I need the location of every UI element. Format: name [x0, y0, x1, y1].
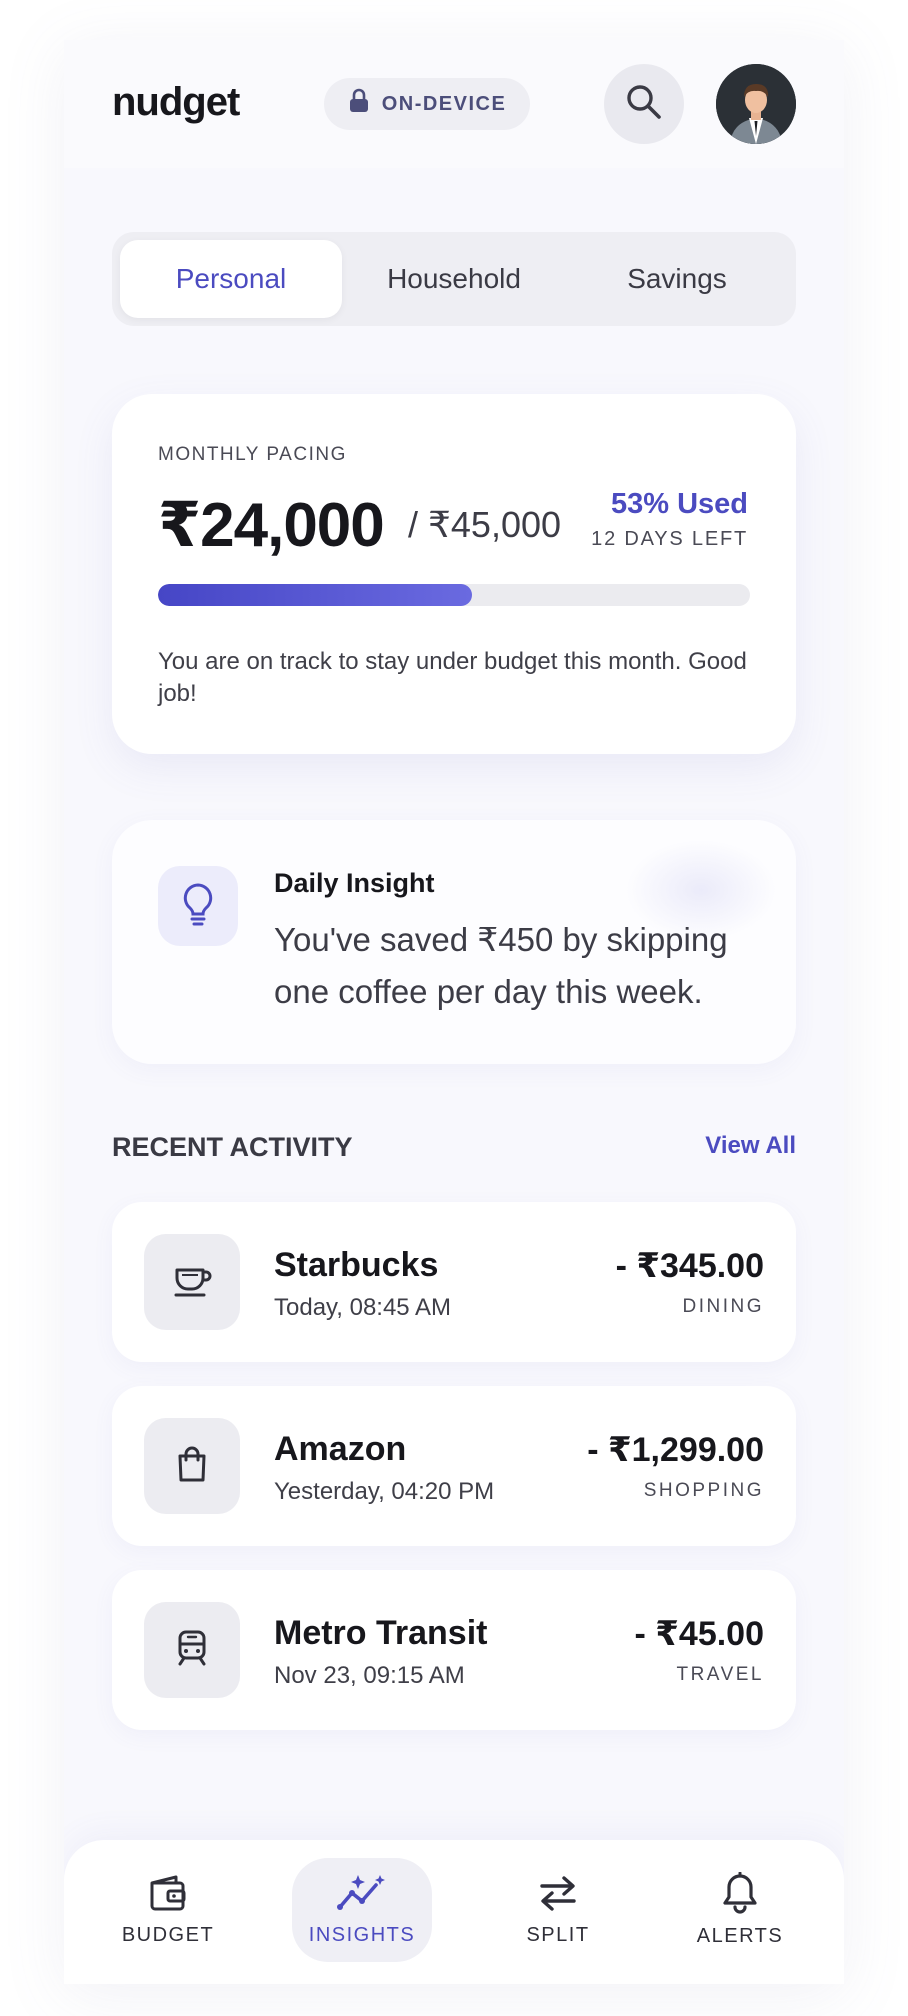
insight-title: Daily Insight [274, 868, 435, 898]
on-device-label: ON-DEVICE [381, 92, 507, 115]
tab-personal[interactable]: Personal [120, 240, 342, 318]
budget-progress-bar [158, 584, 750, 606]
insight-text: You've saved ₹450 by skipping one coffee… [274, 921, 728, 1010]
spent-amount: ₹24,000 [158, 491, 385, 560]
pacing-message: You are on track to stay under budget th… [158, 648, 747, 707]
transaction-time: Today, 08:45 AM [274, 1294, 451, 1321]
used-percentage: 53% Used [610, 488, 748, 520]
app-screen: nudget ON-DEVICE Personal Household Savi… [64, 40, 844, 1984]
daily-insight-card[interactable]: Daily Insight You've saved ₹450 by skipp… [112, 820, 796, 1064]
nav-budget[interactable]: BUDGET [98, 1858, 238, 1962]
nav-label: ALERTS [696, 1925, 784, 1947]
merchant-name: Starbucks [274, 1246, 439, 1284]
wallet-icon [146, 1873, 190, 1918]
swap-arrows-icon [536, 1873, 580, 1918]
bottom-navigation: BUDGET INSIGHTS SPLIT ALERTS [64, 1840, 844, 1984]
coffee-cup-icon [172, 1260, 212, 1305]
account-tabs: Personal Household Savings [112, 232, 796, 326]
transaction-row-amazon[interactable]: Amazon Yesterday, 04:20 PM - ₹1,299.00 S… [112, 1386, 796, 1546]
tab-household[interactable]: Household [344, 240, 564, 318]
nav-label: SPLIT [526, 1924, 590, 1946]
transaction-time: Nov 23, 09:15 AM [274, 1662, 465, 1689]
transaction-amount: - ₹1,299.00 [587, 1431, 764, 1469]
app-header: nudget ON-DEVICE [64, 40, 844, 168]
transaction-icon-box [144, 1418, 240, 1514]
recent-activity-title: RECENT ACTIVITY [112, 1132, 353, 1162]
nav-label: BUDGET [121, 1924, 215, 1946]
insight-icon-box [158, 866, 238, 946]
nav-label: INSIGHTS [308, 1924, 416, 1946]
nav-split[interactable]: SPLIT [488, 1858, 628, 1962]
bell-icon [720, 1871, 760, 1919]
shopping-bag-icon [172, 1444, 212, 1489]
transaction-row-metro[interactable]: Metro Transit Nov 23, 09:15 AM - ₹45.00 … [112, 1570, 796, 1730]
transaction-row-starbucks[interactable]: Starbucks Today, 08:45 AM - ₹345.00 DINI… [112, 1202, 796, 1362]
budget-progress-fill [158, 584, 472, 606]
monthly-pacing-card: MONTHLY PACING ₹24,000 / ₹45,000 53% Use… [112, 394, 796, 754]
train-icon [172, 1628, 212, 1673]
transaction-time: Yesterday, 04:20 PM [274, 1478, 495, 1505]
brand-logo: nudget [112, 80, 240, 124]
nav-alerts[interactable]: ALERTS [670, 1858, 810, 1962]
transaction-category: SHOPPING [643, 1480, 764, 1501]
lightbulb-icon [180, 882, 216, 931]
merchant-name: Metro Transit [274, 1614, 488, 1652]
avatar[interactable] [716, 64, 796, 144]
transaction-category: TRAVEL [676, 1664, 764, 1685]
transaction-amount: - ₹45.00 [634, 1615, 764, 1653]
view-all-link[interactable]: View All [705, 1132, 796, 1160]
lock-icon [348, 88, 370, 120]
transaction-amount: - ₹345.00 [615, 1247, 764, 1285]
search-button[interactable] [604, 64, 684, 144]
transaction-category: DINING [682, 1296, 764, 1317]
days-left: 12 DAYS LEFT [591, 528, 748, 550]
search-icon [624, 82, 664, 127]
transaction-icon-box [144, 1234, 240, 1330]
merchant-name: Amazon [274, 1430, 407, 1468]
budget-total: / ₹45,000 [408, 504, 562, 545]
sparkle-chart-icon [336, 1873, 388, 1918]
transaction-icon-box [144, 1602, 240, 1698]
pacing-label: MONTHLY PACING [158, 444, 347, 465]
nav-insights[interactable]: INSIGHTS [292, 1858, 432, 1962]
on-device-badge: ON-DEVICE [324, 78, 530, 130]
tab-savings[interactable]: Savings [566, 240, 788, 318]
